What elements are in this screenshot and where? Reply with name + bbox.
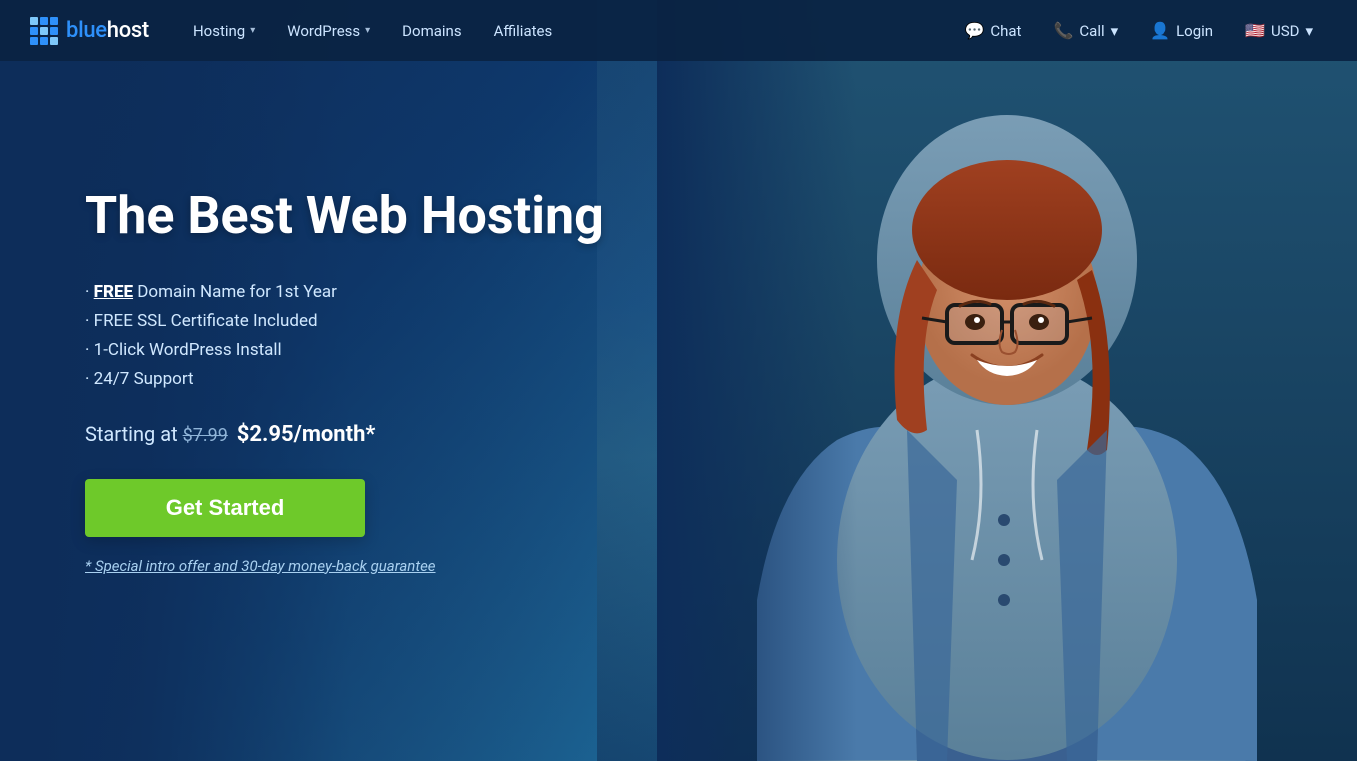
hero-features-list: · FREE Domain Name for 1st Year · FREE S… bbox=[85, 278, 680, 394]
hero-content: The Best Web Hosting · FREE Domain Name … bbox=[0, 0, 680, 761]
chat-icon: 💬 bbox=[964, 21, 984, 40]
nav-affiliates[interactable]: Affiliates bbox=[480, 0, 567, 61]
feature-ssl-text: FREE SSL Certificate Included bbox=[89, 311, 317, 331]
nav-call[interactable]: 📞 Call ▾ bbox=[1039, 0, 1132, 61]
feature-ssl: · FREE SSL Certificate Included bbox=[85, 307, 680, 336]
nav-right: 💬 Chat 📞 Call ▾ 👤 Login 🇺🇸 USD ▾ bbox=[950, 0, 1327, 61]
hero-title: The Best Web Hosting bbox=[85, 186, 680, 246]
nav-hosting-label: Hosting bbox=[193, 22, 245, 40]
nav-affiliates-label: Affiliates bbox=[494, 22, 553, 40]
chevron-down-icon: ▾ bbox=[1111, 22, 1119, 40]
hero-section: bluehost Hosting ▾ WordPress ▾ Domains A… bbox=[0, 0, 1357, 761]
nav-wordpress[interactable]: WordPress ▾ bbox=[273, 0, 384, 61]
nav-wordpress-label: WordPress bbox=[287, 22, 360, 40]
logo-link[interactable]: bluehost bbox=[30, 17, 149, 45]
feature-domain-text: Domain Name for 1st Year bbox=[133, 282, 337, 302]
nav-domains-label: Domains bbox=[402, 22, 461, 40]
logo-text: bluehost bbox=[66, 18, 149, 43]
hero-pricing: Starting at $7.99 $2.95/month* bbox=[85, 422, 680, 447]
logo-prefix: blue bbox=[66, 18, 107, 43]
hero-person-svg bbox=[657, 0, 1357, 761]
chevron-down-icon: ▾ bbox=[365, 25, 370, 36]
feature-wordpress-text: 1-Click WordPress Install bbox=[89, 340, 281, 360]
feature-domain: · FREE Domain Name for 1st Year bbox=[85, 278, 680, 307]
pricing-prefix: Starting at bbox=[85, 422, 183, 446]
special-offer-link[interactable]: * Special intro offer and 30-day money-b… bbox=[85, 557, 680, 575]
get-started-button[interactable]: Get Started bbox=[85, 479, 365, 537]
flag-icon: 🇺🇸 bbox=[1245, 21, 1265, 40]
logo-grid-icon bbox=[30, 17, 58, 45]
nav-domains[interactable]: Domains bbox=[388, 0, 475, 61]
user-icon: 👤 bbox=[1150, 21, 1170, 40]
chevron-down-icon: ▾ bbox=[250, 25, 255, 36]
logo-suffix: host bbox=[107, 18, 149, 43]
phone-icon: 📞 bbox=[1053, 21, 1073, 40]
feature-wordpress: · 1-Click WordPress Install bbox=[85, 336, 680, 365]
nav-login-label: Login bbox=[1176, 22, 1213, 40]
nav-hosting[interactable]: Hosting ▾ bbox=[179, 0, 269, 61]
feature-support: · 24/7 Support bbox=[85, 365, 680, 394]
nav-login[interactable]: 👤 Login bbox=[1136, 0, 1227, 61]
new-price: $2.95/month* bbox=[237, 422, 376, 447]
hero-photo-area bbox=[597, 0, 1357, 761]
nav-chat[interactable]: 💬 Chat bbox=[950, 0, 1035, 61]
nav-currency-label: USD bbox=[1271, 22, 1299, 40]
nav-call-label: Call bbox=[1079, 22, 1104, 40]
nav-chat-label: Chat bbox=[990, 22, 1021, 40]
old-price: $7.99 bbox=[183, 425, 228, 446]
feature-support-text: 24/7 Support bbox=[89, 369, 193, 389]
nav-currency[interactable]: 🇺🇸 USD ▾ bbox=[1231, 0, 1327, 61]
free-label: FREE bbox=[94, 282, 133, 302]
chevron-down-icon: ▾ bbox=[1305, 22, 1313, 40]
navbar: bluehost Hosting ▾ WordPress ▾ Domains A… bbox=[0, 0, 1357, 61]
nav-links: Hosting ▾ WordPress ▾ Domains Affiliates bbox=[179, 0, 951, 61]
